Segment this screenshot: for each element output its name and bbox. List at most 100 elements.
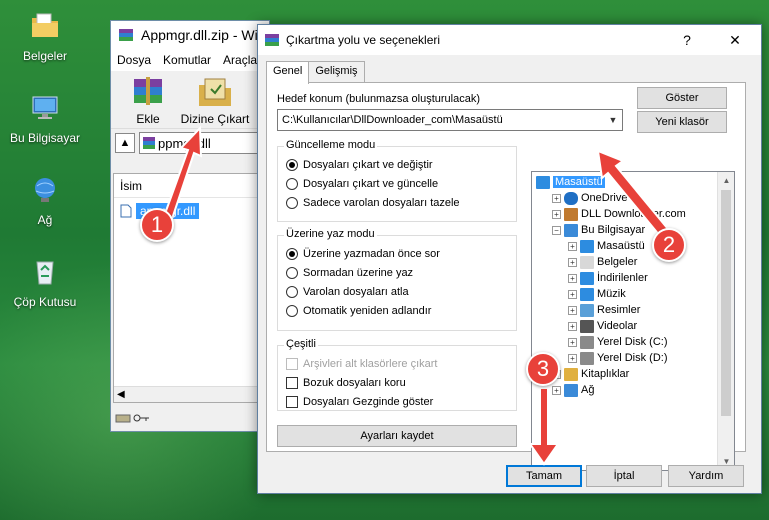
- expand-icon[interactable]: +: [552, 193, 561, 203]
- tree-node[interactable]: + Ağ: [552, 382, 594, 398]
- overwrite-option-skip[interactable]: Varolan dosyaları atla: [286, 286, 409, 298]
- new-folder-button[interactable]: Yeni klasör: [637, 111, 727, 133]
- update-option-freshen[interactable]: Sadece varolan dosyaları tazele: [286, 197, 460, 209]
- tree-node-label: Müzik: [597, 288, 626, 300]
- expand-icon[interactable]: +: [568, 289, 577, 299]
- up-folder-button[interactable]: ▲: [115, 133, 135, 153]
- desktop-icon-network[interactable]: Ağ: [8, 174, 82, 227]
- user-icon: [564, 207, 578, 221]
- chevron-down-icon[interactable]: ▼: [604, 110, 622, 130]
- checkbox[interactable]: [286, 377, 298, 389]
- expand-icon[interactable]: +: [552, 209, 561, 219]
- recycle-bin-icon: [36, 261, 54, 285]
- tree-node[interactable]: + OneDrive: [552, 190, 627, 206]
- tree-node[interactable]: + Belgeler: [568, 254, 637, 270]
- tree-node[interactable]: +Kitaplıklar: [552, 366, 629, 382]
- desktop-icon-label: Ağ: [37, 213, 53, 227]
- tree-node[interactable]: + İndirilenler: [568, 270, 648, 286]
- save-settings-button[interactable]: Ayarları kaydet: [277, 425, 517, 447]
- show-button[interactable]: Göster: [637, 87, 727, 109]
- tree-node[interactable]: Masaüstü: [536, 174, 605, 190]
- tree-node[interactable]: + DLL Downloader.com: [552, 206, 686, 222]
- option-label: Dosyaları çıkart ve güncelle: [303, 178, 439, 190]
- expand-icon[interactable]: +: [552, 385, 561, 395]
- column-header-name[interactable]: İsim: [114, 174, 267, 198]
- winrar-pathbar: ▲ ppmgr.dll: [111, 129, 269, 157]
- add-button[interactable]: Ekle: [123, 75, 173, 126]
- videos-icon: [580, 319, 594, 333]
- radio-button[interactable]: [286, 197, 298, 209]
- menu-file[interactable]: Dosya: [117, 53, 151, 67]
- expand-icon[interactable]: +: [568, 337, 577, 347]
- winrar-file-list[interactable]: İsim appmgr.dll ◀: [113, 173, 268, 403]
- up-arrow-icon: ▲: [119, 137, 131, 149]
- scrollbar-thumb[interactable]: [721, 190, 731, 416]
- overwrite-option-without-prompt[interactable]: Sormadan üzerine yaz: [286, 267, 413, 279]
- close-button[interactable]: ✕: [715, 25, 755, 55]
- winrar-titlebar[interactable]: Appmgr.dll.zip - Win: [111, 21, 269, 49]
- tree-node[interactable]: + Yerel Disk (D:): [568, 350, 668, 366]
- ok-button[interactable]: Tamam: [506, 465, 582, 487]
- tab-general[interactable]: Genel: [266, 61, 310, 84]
- dialog-titlebar[interactable]: Çıkartma yolu ve seçenekleri ? ✕: [258, 25, 761, 55]
- help-titlebar-button[interactable]: ?: [667, 25, 707, 55]
- tree-node[interactable]: + Müzik: [568, 286, 626, 302]
- network-icon: [564, 383, 578, 397]
- vertical-scrollbar[interactable]: ▲ ▼: [717, 172, 734, 470]
- overwrite-option-rename[interactable]: Otomatik yeniden adlandır: [286, 305, 431, 317]
- radio-button[interactable]: [286, 305, 298, 317]
- menu-commands[interactable]: Komutlar: [163, 53, 211, 67]
- radio-button[interactable]: [286, 178, 298, 190]
- desktop-icon-computer[interactable]: Bu Bilgisayar: [8, 92, 82, 145]
- desktop-icon-recycle-bin[interactable]: Çöp Kutusu: [8, 256, 82, 309]
- update-mode-title: Güncelleme modu: [284, 139, 378, 151]
- checkbox[interactable]: [286, 396, 298, 408]
- collapse-icon[interactable]: −: [552, 225, 561, 235]
- option-label: Arşivleri alt klasörlere çıkart: [303, 358, 438, 370]
- desktop-icon-label: Bu Bilgisayar: [9, 131, 81, 145]
- misc-option-keep-broken[interactable]: Bozuk dosyaları koru: [286, 377, 406, 389]
- expand-icon[interactable]: +: [568, 273, 577, 283]
- extract-to-button[interactable]: Dizine Çıkart: [179, 75, 251, 126]
- desktop-icon-label: Çöp Kutusu: [13, 295, 77, 309]
- winrar-path-field[interactable]: ppmgr.dll: [139, 132, 269, 154]
- expand-icon[interactable]: +: [568, 305, 577, 315]
- desktop-icon-documents[interactable]: Belgeler: [8, 10, 82, 63]
- radio-button[interactable]: [286, 248, 298, 260]
- scroll-up-icon[interactable]: ▲: [718, 172, 734, 189]
- misc-group: Çeşitli Arşivleri alt klasörlere çıkart …: [277, 338, 517, 411]
- tree-node[interactable]: − Bu Bilgisayar: [552, 222, 645, 238]
- onedrive-icon: [564, 191, 578, 205]
- destination-path-combobox[interactable]: C:\Kullanıcılar\DllDownloader_com\Masaüs…: [277, 109, 623, 131]
- computer-icon: [32, 96, 58, 119]
- help-button[interactable]: Yardım: [668, 465, 744, 487]
- tree-node-label: DLL Downloader.com: [581, 208, 686, 220]
- expand-icon[interactable]: +: [568, 257, 577, 267]
- overwrite-option-ask[interactable]: Üzerine yazmadan önce sor: [286, 248, 440, 260]
- tab-advanced[interactable]: Gelişmiş: [308, 61, 365, 83]
- destination-path-value: C:\Kullanıcılar\DllDownloader_com\Masaüs…: [282, 114, 503, 126]
- horizontal-scrollbar[interactable]: ◀: [114, 386, 267, 402]
- radio-button[interactable]: [286, 159, 298, 171]
- tree-node-label: Resimler: [597, 304, 641, 316]
- expand-icon[interactable]: +: [568, 241, 577, 251]
- misc-option-show-in-explorer[interactable]: Dosyaları Gezginde göster: [286, 396, 433, 408]
- help-icon: ?: [683, 32, 691, 48]
- tree-node[interactable]: + Masaüstü: [568, 238, 645, 254]
- update-option-extract-update[interactable]: Dosyaları çıkart ve güncelle: [286, 178, 438, 190]
- cancel-button[interactable]: İptal: [586, 465, 662, 487]
- checkbox: [286, 358, 298, 370]
- tree-node[interactable]: + Videolar: [568, 318, 637, 334]
- menu-tools[interactable]: Araçla: [223, 53, 257, 67]
- radio-button[interactable]: [286, 286, 298, 298]
- radio-button[interactable]: [286, 267, 298, 279]
- archive-books-icon: [134, 77, 162, 105]
- expand-icon[interactable]: +: [568, 353, 577, 363]
- folder-tree[interactable]: ▲ ▼ Masaüstü + OneDrive + DLL Downloader.com…: [531, 171, 735, 471]
- expand-icon[interactable]: +: [568, 321, 577, 331]
- tree-node[interactable]: + Yerel Disk (C:): [568, 334, 668, 350]
- tree-node[interactable]: + Resimler: [568, 302, 640, 318]
- callout-step-3: 3: [526, 352, 560, 386]
- dialog-tabs: Genel Gelişmiş: [266, 61, 365, 84]
- update-option-extract-replace[interactable]: Dosyaları çıkart ve değiştir: [286, 159, 433, 171]
